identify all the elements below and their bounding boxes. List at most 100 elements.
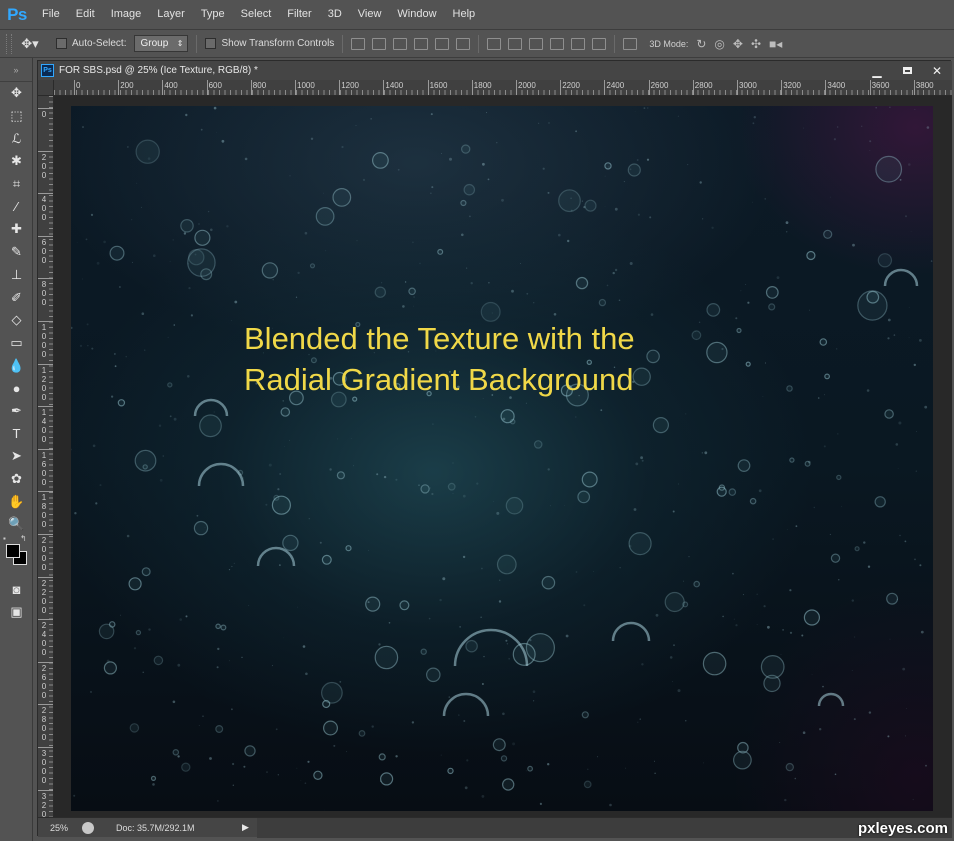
distribute-top-icon[interactable] xyxy=(487,37,502,50)
move-tool-preset-icon[interactable]: ✥▾ xyxy=(12,33,48,55)
menu-bar: Ps File Edit Image Layer Type Select Fil… xyxy=(0,0,954,29)
texture-speckle xyxy=(213,411,215,413)
texture-speckle xyxy=(833,138,837,141)
texture-speckle xyxy=(756,624,758,625)
brush-tool-icon[interactable]: ✎ xyxy=(0,241,33,264)
menu-layer[interactable]: Layer xyxy=(149,0,193,29)
default-colors-icon[interactable]: ▪ xyxy=(3,534,6,543)
menu-file[interactable]: File xyxy=(34,0,68,29)
canvas-area[interactable]: Blended the Texture with the Radial Grad… xyxy=(54,96,952,817)
image-canvas[interactable]: Blended the Texture with the Radial Grad… xyxy=(71,106,933,811)
dodge-tool-icon[interactable]: ● xyxy=(0,377,33,400)
auto-select-checkbox[interactable] xyxy=(56,38,67,49)
menu-filter[interactable]: Filter xyxy=(279,0,319,29)
marquee-tool-icon[interactable]: ⬚ xyxy=(0,105,33,128)
3d-rotate-icon[interactable]: ↻ xyxy=(696,37,706,51)
color-swatches: ▪ ↰ xyxy=(0,534,33,578)
texture-bubble xyxy=(702,651,727,676)
menu-type[interactable]: Type xyxy=(193,0,233,29)
healing-brush-tool-icon[interactable]: ✚ xyxy=(0,218,33,241)
texture-speckle xyxy=(841,506,843,508)
texture-bubble xyxy=(765,285,779,299)
align-bottom-icon[interactable] xyxy=(393,37,408,50)
texture-speckle xyxy=(131,219,133,221)
hand-tool-icon[interactable]: ✋ xyxy=(0,490,33,513)
quick-mask-icon[interactable]: ◙ xyxy=(0,578,33,601)
eraser-tool-icon[interactable]: ◇ xyxy=(0,309,33,332)
lasso-tool-icon[interactable]: ℒ xyxy=(0,127,33,150)
texture-speckle xyxy=(289,439,290,441)
quick-selection-tool-icon[interactable]: ✱ xyxy=(0,150,33,173)
menu-3d[interactable]: 3D xyxy=(320,0,350,29)
show-transform-checkbox[interactable] xyxy=(205,38,217,49)
align-hcenter-icon[interactable] xyxy=(435,37,450,50)
texture-speckle xyxy=(867,565,871,568)
align-top-icon[interactable] xyxy=(351,37,366,50)
clone-stamp-tool-icon[interactable]: ⊥ xyxy=(0,264,33,287)
texture-speckle xyxy=(677,115,679,117)
texture-speckle xyxy=(649,216,652,219)
auto-align-icon[interactable] xyxy=(623,37,638,50)
menu-select[interactable]: Select xyxy=(233,0,280,29)
eyedropper-tool-icon[interactable]: ⁄ xyxy=(0,195,33,218)
texture-speckle xyxy=(300,780,302,781)
status-bar: 25% Doc: 35.7M/292.1M ▶ xyxy=(38,817,952,838)
texture-speckle xyxy=(310,137,314,140)
type-tool-icon[interactable]: T xyxy=(0,422,33,445)
texture-bubble xyxy=(877,253,893,268)
menu-image[interactable]: Image xyxy=(103,0,150,29)
menu-help[interactable]: Help xyxy=(445,0,484,29)
move-tool-icon[interactable]: ✥ xyxy=(0,82,33,105)
distribute-bottom-icon[interactable] xyxy=(529,37,544,50)
menu-window[interactable]: Window xyxy=(389,0,444,29)
distribute-hcenter-icon[interactable] xyxy=(571,37,586,50)
ruler-h-label: 2800 xyxy=(694,81,713,90)
texture-bubble xyxy=(502,778,515,791)
vertical-ruler[interactable]: 0 200 400 600 800 1000 1200 1400 1600 1800 2000 220… xyxy=(38,96,54,817)
pen-tool-icon[interactable]: ✒ xyxy=(0,400,33,423)
gradient-tool-icon[interactable]: ▭ xyxy=(0,332,33,355)
horizontal-ruler[interactable]: 0 200 400 600 800 1000 1200 1400 1600 1800 2000 220… xyxy=(54,80,952,96)
texture-speckle xyxy=(213,106,217,110)
texture-speckle xyxy=(542,167,545,170)
texture-bubble xyxy=(323,720,339,736)
texture-bubble xyxy=(215,724,224,733)
3d-pan-icon[interactable]: ✥ xyxy=(733,37,743,51)
history-brush-tool-icon[interactable]: ✐ xyxy=(0,286,33,309)
texture-speckle xyxy=(92,444,96,448)
auto-select-dropdown[interactable]: Group ⇕ xyxy=(134,35,189,52)
texture-speckle xyxy=(614,268,618,272)
texture-speckle xyxy=(756,593,758,595)
menu-view[interactable]: View xyxy=(350,0,390,29)
path-selection-tool-icon[interactable]: ➤ xyxy=(0,445,33,468)
document-tab[interactable]: Ps FOR SBS.psd @ 25% (Ice Texture, RGB/8… xyxy=(38,61,952,80)
blur-tool-icon[interactable]: 💧 xyxy=(0,354,33,377)
distribute-right-icon[interactable] xyxy=(592,37,607,50)
texture-speckle xyxy=(640,456,643,460)
texture-speckle xyxy=(432,423,434,425)
distribute-vcenter-icon[interactable] xyxy=(508,37,523,50)
menu-edit[interactable]: Edit xyxy=(68,0,103,29)
align-right-icon[interactable] xyxy=(456,37,471,50)
align-vcenter-icon[interactable] xyxy=(372,37,387,50)
3d-roll-icon[interactable]: ◎ xyxy=(714,37,724,51)
zoom-tool-icon[interactable]: 🔍 xyxy=(0,513,33,536)
shape-tool-icon[interactable]: ✿ xyxy=(0,468,33,491)
foreground-color-swatch[interactable] xyxy=(6,543,20,558)
zoom-level[interactable]: 25% xyxy=(38,823,82,833)
3d-slide-icon[interactable]: ✣ xyxy=(751,37,761,51)
horizontal-scrollbar[interactable] xyxy=(256,817,952,838)
maximize-button[interactable] xyxy=(892,61,922,80)
crop-tool-icon[interactable]: ⌗ xyxy=(0,173,33,196)
ruler-origin[interactable] xyxy=(38,80,54,96)
minimize-button[interactable]: ▁ xyxy=(862,61,892,80)
screen-mode-icon[interactable]: ▣ xyxy=(0,600,33,623)
close-button[interactable]: ✕ xyxy=(922,61,952,80)
status-info-icon[interactable] xyxy=(82,821,94,834)
swap-colors-icon[interactable]: ↰ xyxy=(20,534,27,543)
align-left-icon[interactable] xyxy=(414,37,429,50)
status-menu-arrow-icon[interactable]: ▶ xyxy=(242,822,249,833)
tools-panel-collapse-icon[interactable]: » xyxy=(0,58,32,82)
distribute-left-icon[interactable] xyxy=(550,37,565,50)
3d-scale-icon[interactable]: ■◂ xyxy=(769,37,782,51)
